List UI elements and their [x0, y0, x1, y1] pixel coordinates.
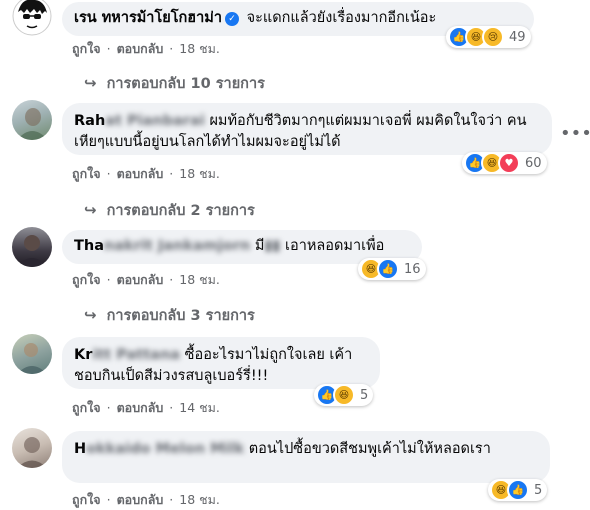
- reaction-count: 60: [525, 155, 542, 171]
- avatar[interactable]: [12, 100, 52, 140]
- reaction-count: 49: [509, 29, 526, 45]
- author-name-blurred: nakrit Jankamjorn: [104, 238, 251, 254]
- author-name-visible: Kr: [74, 347, 93, 363]
- author-name-blurred: at Pianbarai: [105, 113, 205, 129]
- verified-badge-icon: ✓: [225, 12, 239, 26]
- reply-link[interactable]: ตอบกลับ: [117, 166, 164, 181]
- comment-author[interactable]: Rahat Pianbarai: [74, 113, 205, 129]
- like-reaction-icon: 👍: [377, 258, 399, 280]
- avatar-photo: [16, 235, 48, 267]
- avatar-illustration: [12, 0, 52, 36]
- like-link[interactable]: ถูกใจ: [72, 272, 101, 287]
- reaction-summary[interactable]: 👍 😆 5: [314, 384, 374, 406]
- reaction-summary[interactable]: 👍 😆 😢 49: [446, 26, 531, 48]
- avatar-photo: [17, 108, 48, 140]
- comment-timestamp[interactable]: 18 ชม.: [179, 492, 220, 507]
- avatar[interactable]: [12, 0, 52, 36]
- reply-arrow-icon: ↪: [84, 74, 97, 92]
- like-link[interactable]: ถูกใจ: [72, 400, 101, 415]
- view-replies-link[interactable]: ↪ การตอบกลับ 3 รายการ: [84, 304, 255, 327]
- author-name-blurred: okkaido Melon Milk: [86, 441, 245, 457]
- reply-arrow-icon: ↪: [84, 201, 97, 219]
- comment-text: เอาหลอดมาเพื่อ: [285, 238, 385, 254]
- love-reaction-icon: ♥: [498, 152, 520, 174]
- comment-timestamp[interactable]: 18 ชม.: [179, 166, 220, 181]
- like-link[interactable]: ถูกใจ: [72, 492, 101, 507]
- reply-arrow-icon: ↪: [84, 306, 97, 324]
- reaction-summary[interactable]: 😆 👍 16: [358, 258, 426, 280]
- comment-timestamp[interactable]: 18 ชม.: [179, 41, 220, 56]
- comment-timestamp[interactable]: 18 ชม.: [179, 272, 220, 287]
- author-name-visible: Rah: [74, 113, 106, 129]
- reaction-summary[interactable]: 👍 😆 ♥ 60: [462, 152, 547, 174]
- author-name-visible: H: [74, 441, 87, 457]
- comment-bubble: Rahat Pianbarai ผมท้อกับชีวิตมากๆแต่ผมมา…: [62, 103, 552, 155]
- like-link[interactable]: ถูกใจ: [72, 41, 101, 56]
- reaction-count: 16: [404, 261, 421, 277]
- more-horizontal-icon[interactable]: •••: [560, 124, 590, 144]
- avatar-photo: [17, 343, 47, 374]
- reaction-count: 5: [360, 387, 369, 403]
- comment-bubble: Kritt Pattana ซื้ออะไรมาไม่ถูกใจเลย เค้า…: [62, 337, 380, 389]
- comment-text: จะแดกแล้วยังเรื่องมากอีกเน้อะ: [246, 10, 437, 26]
- comment-author[interactable]: เรน ทหารม้าโยโกฮาม่า: [74, 10, 222, 26]
- comment-actions: ถูกใจ · ตอบกลับ · 18 ชม.: [72, 41, 220, 56]
- like-link[interactable]: ถูกใจ: [72, 166, 101, 181]
- avatar[interactable]: [12, 428, 52, 468]
- reply-link[interactable]: ตอบกลับ: [117, 272, 164, 287]
- view-replies-label: การตอบกลับ 3 รายการ: [106, 308, 255, 324]
- comment-actions: ถูกใจ · ตอบกลับ · 18 ชม.: [72, 166, 220, 181]
- view-replies-label: การตอบกลับ 2 รายการ: [106, 203, 255, 219]
- view-replies-label: การตอบกลับ 10 รายการ: [106, 76, 265, 92]
- author-name-visible: Tha: [74, 238, 104, 254]
- comment-actions: ถูกใจ · ตอบกลับ · 18 ชม.: [72, 272, 220, 287]
- comment-text: ตอนไปซื้อขวดสีชมพูเค้าไม่ให้หลอดเรา: [248, 441, 491, 457]
- comment-actions: ถูกใจ · ตอบกลับ · 18 ชม.: [72, 492, 220, 507]
- avatar[interactable]: [12, 227, 52, 267]
- reaction-count: 5: [534, 482, 543, 498]
- reply-link[interactable]: ตอบกลับ: [117, 400, 164, 415]
- comment-timestamp[interactable]: 14 ชม.: [179, 400, 220, 415]
- reaction-summary[interactable]: 😆 👍 5: [488, 479, 548, 501]
- comment-author[interactable]: Hokkaido Melon Milk: [74, 441, 244, 457]
- avatar[interactable]: [12, 334, 52, 374]
- reply-link[interactable]: ตอบกลับ: [117, 492, 164, 507]
- avatar-photo: [17, 437, 47, 468]
- comment-author[interactable]: Thanakrit Jankamjorn: [74, 238, 250, 254]
- like-reaction-icon: 👍: [507, 479, 529, 501]
- sad-reaction-icon: 😢: [482, 26, 504, 48]
- reply-link[interactable]: ตอบกลับ: [117, 41, 164, 56]
- view-replies-link[interactable]: ↪ การตอบกลับ 2 รายการ: [84, 199, 255, 222]
- view-replies-link[interactable]: ↪ การตอบกลับ 10 รายการ: [84, 72, 265, 95]
- comment-actions: ถูกใจ · ตอบกลับ · 14 ชม.: [72, 400, 220, 415]
- comment-bubble: Hokkaido Melon Milk ตอนไปซื้อขวดสีชมพูเค…: [62, 431, 550, 483]
- haha-reaction-icon: 😆: [333, 384, 355, 406]
- comment-author[interactable]: Kritt Pattana: [74, 347, 180, 363]
- blurred-mention: ▮▮: [264, 238, 281, 254]
- author-name-blurred: itt Pattana: [92, 347, 181, 363]
